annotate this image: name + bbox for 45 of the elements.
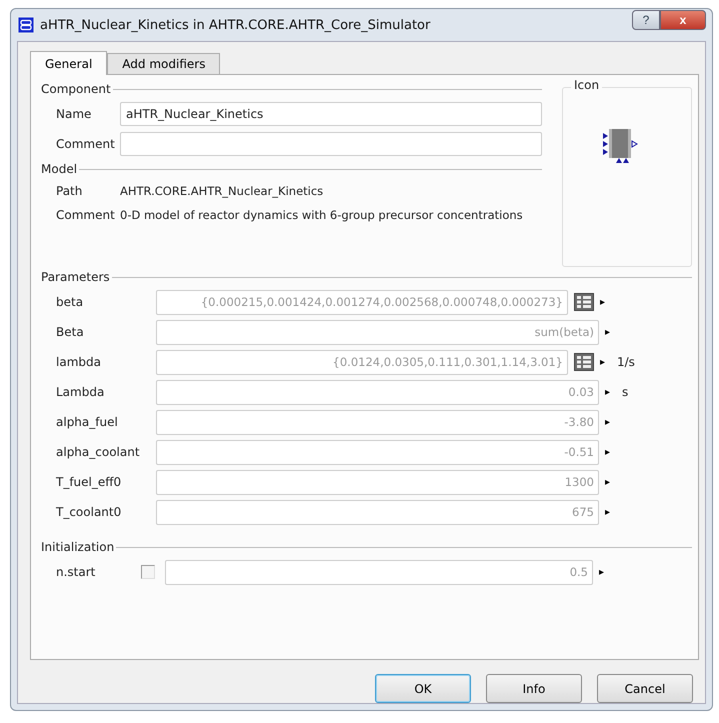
section-heading: Initialization [41,540,114,554]
tab[interactable]: Add modifiers [107,53,220,74]
comment-value: 0-D model of reactor dynamics with 6-group precursor concentrations [120,208,523,222]
parameter-name: Lambda [56,385,106,399]
field-label: Path [56,184,84,198]
parameter-name: lambda [56,355,102,369]
parameter-name: alpha_fuel [56,415,119,429]
parameter-field[interactable]: 1300 [156,470,599,494]
parameter-field[interactable]: {0.0124,0.0305,0.111,0.301,1.14,3.01} [156,350,568,374]
parameter-field[interactable]: sum(beta) [156,320,599,344]
parameter-field[interactable]: 0.03 [156,380,599,404]
dialog-button[interactable]: Cancel [597,674,693,703]
dialog-button[interactable]: Info [486,674,582,703]
checkbox[interactable] [141,565,155,579]
unit-label: s [622,385,628,399]
field-label: Comment [56,208,116,222]
help-button[interactable]: ? [632,10,660,30]
name-field[interactable]: aHTR_Nuclear_Kinetics [120,102,542,126]
parameter-name: T_coolant0 [56,505,122,519]
parameter-field[interactable]: {0.000215,0.001424,0.001274,0.002568,0.000748,0.000273} [156,290,568,314]
dialog-button[interactable]: OK [375,674,471,703]
comment-field[interactable] [120,132,542,156]
unit-label: 1/s [617,355,635,369]
close-button[interactable]: x [660,10,706,30]
app-icon [18,17,34,33]
field-label: Comment [56,137,116,151]
parameter-name: T_fuel_eff0 [56,475,122,489]
parameter-name: alpha_coolant [56,445,141,459]
parameter-name: beta [56,295,84,309]
parameter-field[interactable]: 0.5 [165,560,593,584]
section-heading: Icon [571,78,602,92]
path-value: AHTR.CORE.AHTR_Nuclear_Kinetics [120,184,324,198]
section-heading: Model [41,162,78,176]
parameter-name: n.start [56,565,96,579]
parameter-field[interactable]: -0.51 [156,440,599,464]
parameter-field[interactable]: -3.80 [156,410,599,434]
section-heading: Parameters [41,270,110,284]
field-label: Name [56,107,92,121]
section-heading: Component [41,82,111,96]
parameter-name: Beta [56,325,85,339]
table-icon[interactable] [574,353,594,371]
tab[interactable]: General [30,51,108,75]
table-icon[interactable] [574,293,594,311]
window-title: aHTR_Nuclear_Kinetics in AHTR.CORE.AHTR_Core_Simulator [40,18,430,32]
parameter-field[interactable]: 675 [156,500,599,524]
